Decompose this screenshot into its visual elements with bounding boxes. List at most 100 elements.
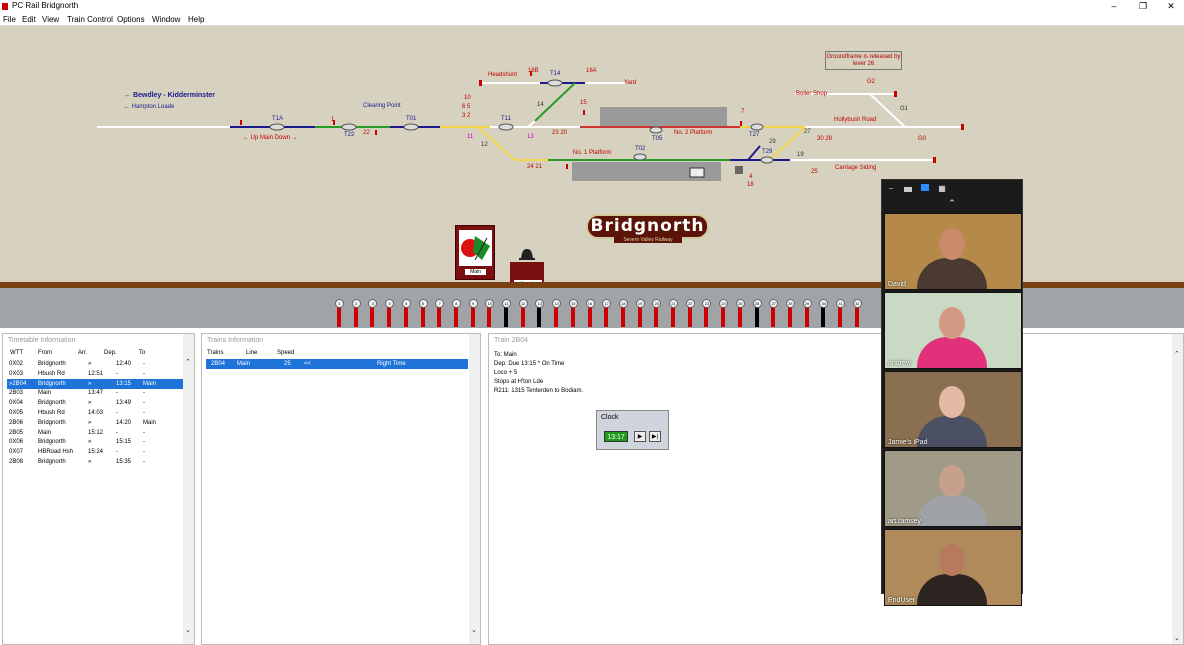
participant-tile[interactable]: andrew xyxy=(884,292,1022,369)
detail-scrollbar[interactable]: ⌃ ⌄ xyxy=(1172,334,1183,644)
lever-19[interactable] xyxy=(637,305,642,327)
scroll-down-icon[interactable]: ⌄ xyxy=(471,626,477,634)
lever-22[interactable] xyxy=(687,305,692,327)
scroll-down-icon[interactable]: ⌄ xyxy=(1174,634,1180,642)
lever-number[interactable]: 5 xyxy=(401,299,411,308)
menu-edit[interactable]: Edit xyxy=(22,15,36,24)
lever-number[interactable]: 31 xyxy=(836,299,845,308)
track-t22[interactable]: T22 xyxy=(344,132,354,139)
lever-number[interactable]: 25 xyxy=(735,299,745,308)
track-t01[interactable]: T01 xyxy=(406,116,416,123)
lever-number[interactable]: 29 xyxy=(802,299,812,308)
timetable-row[interactable]: 2B08 Bridgnorth » 15:35 - xyxy=(7,457,183,467)
maximize-button[interactable]: ❐ xyxy=(1129,0,1157,13)
track-t29[interactable]: T29 xyxy=(762,149,772,156)
col-from[interactable]: From xyxy=(38,350,52,356)
bell-box[interactable] xyxy=(510,262,544,282)
lever-number[interactable]: 19 xyxy=(635,299,645,308)
menu-file[interactable]: File xyxy=(3,15,16,24)
lever-number[interactable]: 9 xyxy=(468,299,478,308)
timetable-row[interactable]: 0X02 Bridgnorth » 12:40 - xyxy=(7,359,183,369)
lever-17[interactable] xyxy=(604,305,609,327)
small-view-icon[interactable] xyxy=(904,187,912,192)
lever-21[interactable] xyxy=(671,305,675,327)
lever-number[interactable]: 3 xyxy=(368,299,378,308)
lever-number[interactable]: 28 xyxy=(785,299,795,308)
lever-number[interactable]: 12 xyxy=(518,299,528,308)
lever-number[interactable]: 4 xyxy=(385,299,395,308)
scroll-up-icon[interactable]: ⌃ xyxy=(185,358,191,366)
minimize-button[interactable]: – xyxy=(1100,0,1128,13)
timetable-row[interactable]: 0X06 Bridgnorth » 15:15 - xyxy=(7,437,183,447)
lever-11[interactable] xyxy=(504,305,508,327)
lever-2[interactable] xyxy=(353,305,358,327)
lever-29[interactable] xyxy=(804,305,809,327)
lever-number[interactable]: 21 xyxy=(669,299,678,308)
lever-number[interactable]: 20 xyxy=(652,299,662,308)
menu-options[interactable]: Options xyxy=(117,15,145,24)
lever-7[interactable] xyxy=(437,305,442,327)
lever-12[interactable] xyxy=(520,305,525,327)
timetable-row[interactable]: 2B06 Bridgnorth » 14:20 Main xyxy=(7,418,183,428)
lever-14[interactable] xyxy=(554,305,559,327)
lever-number[interactable]: 18 xyxy=(618,299,628,308)
lever-31[interactable] xyxy=(838,305,842,327)
participant-tile[interactable]: David xyxy=(884,213,1022,290)
participant-tile[interactable]: art.ramsey xyxy=(884,450,1022,527)
track-t27[interactable]: T27 xyxy=(749,132,759,139)
timetable-row[interactable]: 0X07 HBRoad Hsh 15:24 - - xyxy=(7,447,183,457)
track-t14[interactable]: T14 xyxy=(550,71,560,78)
trains-scrollbar[interactable]: ⌄ xyxy=(469,334,480,644)
clock-play-button[interactable]: ▶ xyxy=(634,431,646,442)
lever-number[interactable]: 1 xyxy=(335,299,344,308)
lever-number[interactable]: 7 xyxy=(435,299,445,308)
lever-4[interactable] xyxy=(387,305,392,327)
lever-28[interactable] xyxy=(787,305,792,327)
participant-tile[interactable]: Jamie's iPad xyxy=(884,371,1022,448)
lever-23[interactable] xyxy=(704,305,709,327)
timetable-row[interactable]: 0X05 Hbush Rd 14:03 - - xyxy=(7,408,183,418)
lever-3[interactable] xyxy=(370,305,375,327)
col-dep[interactable]: Dep. xyxy=(104,350,117,356)
lever-10[interactable] xyxy=(487,305,492,327)
track-t1a[interactable]: T1A xyxy=(272,116,283,123)
col-line[interactable]: Line xyxy=(246,350,257,356)
timetable-row[interactable]: 0X03 Hbush Rd 12:51 - - xyxy=(7,369,183,379)
train-row[interactable]: 2B04 Main 25 << Right Time xyxy=(206,359,468,369)
lever-number[interactable]: 14 xyxy=(552,299,562,308)
lever-number[interactable]: 26 xyxy=(752,299,762,308)
menu-help[interactable]: Help xyxy=(188,15,204,24)
bell-icon[interactable] xyxy=(518,248,536,262)
lever-8[interactable] xyxy=(453,305,458,327)
lever-number[interactable]: 32 xyxy=(852,299,862,308)
lever-number[interactable]: 8 xyxy=(451,299,461,308)
lever-24[interactable] xyxy=(721,305,726,327)
lever-number[interactable]: 23 xyxy=(702,299,712,308)
col-wtt[interactable]: WTT xyxy=(10,350,23,356)
timetable-scrollbar[interactable]: ⌃ ⌄ xyxy=(183,334,194,644)
lever-9[interactable] xyxy=(470,305,475,327)
timetable-row[interactable]: »2B04 Bridgnorth » 13:15 Main xyxy=(7,378,183,389)
lever-16[interactable] xyxy=(587,305,592,327)
lever-26[interactable] xyxy=(754,305,759,327)
track-t11[interactable]: T11 xyxy=(501,116,511,123)
lever-number[interactable]: 27 xyxy=(769,299,779,308)
lever-number[interactable]: 24 xyxy=(719,299,729,308)
lever-5[interactable] xyxy=(403,305,408,327)
block-instrument[interactable]: Main xyxy=(455,225,495,280)
menu-window[interactable]: Window xyxy=(152,15,180,24)
timetable-row[interactable]: 0X04 Bridgnorth » 13:49 - xyxy=(7,398,183,408)
lever-number[interactable]: 6 xyxy=(418,299,428,308)
lever-18[interactable] xyxy=(620,305,625,327)
lever-number[interactable]: 11 xyxy=(502,299,511,308)
lever-15[interactable] xyxy=(570,305,575,327)
lever-6[interactable] xyxy=(420,305,425,327)
timetable-row[interactable]: 2B03 Main 13:47 - - xyxy=(7,388,183,398)
lever-number[interactable]: 10 xyxy=(485,299,495,308)
lever-number[interactable]: 22 xyxy=(685,299,695,308)
close-button[interactable]: ✕ xyxy=(1157,0,1184,13)
clock-skip-button[interactable]: ▶| xyxy=(649,431,661,442)
col-speed[interactable]: Speed xyxy=(277,350,294,356)
track-t05[interactable]: T05 xyxy=(652,136,662,143)
lever-number[interactable]: 13 xyxy=(535,299,545,308)
